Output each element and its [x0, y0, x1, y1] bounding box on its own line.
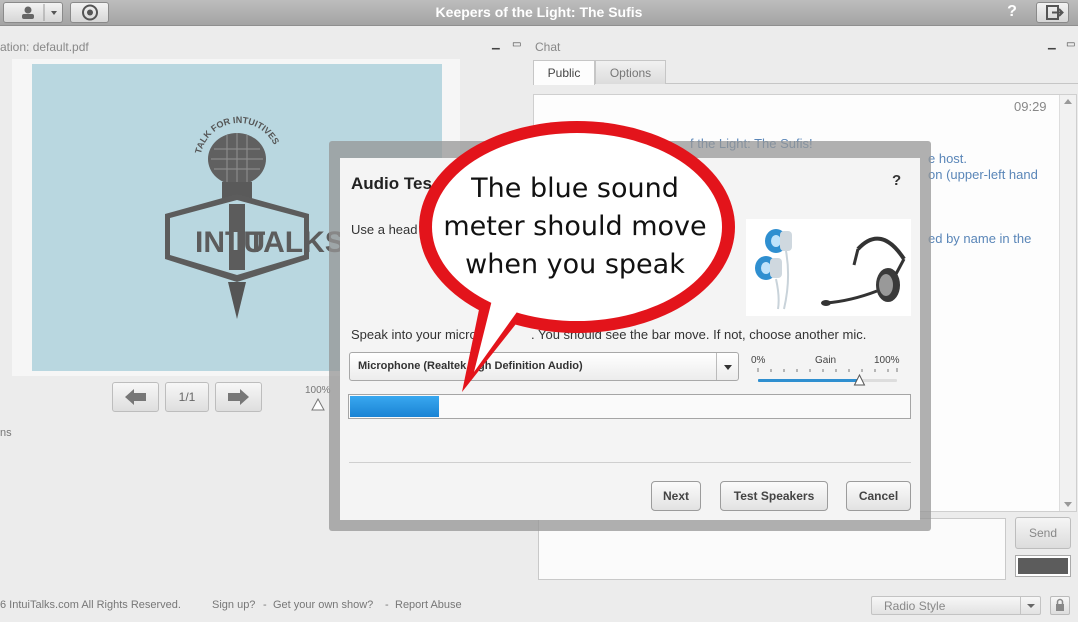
dialog-help-button[interactable]: ? [892, 172, 901, 189]
style-select[interactable]: Radio Style [871, 596, 1041, 615]
arrow-right-icon [228, 389, 249, 405]
dialog-instruction: Use a head [351, 222, 418, 237]
scroll-down-icon[interactable] [1064, 502, 1072, 507]
page-indicator[interactable]: 1/1 [165, 382, 209, 412]
tab-public[interactable]: Public [533, 60, 595, 85]
chevron-down-icon [1020, 597, 1040, 614]
zoom-slider-thumb[interactable] [311, 397, 325, 417]
minimize-icon[interactable]: ▁ [492, 39, 500, 50]
next-slide-button[interactable] [215, 382, 262, 412]
gain-label: Gain [815, 355, 837, 366]
copyright-text: 6 IntuiTalks.com All Rights Reserved. [0, 599, 181, 611]
headset-image [746, 219, 911, 316]
chat-timestamp: 09:29 [1014, 99, 1047, 114]
scroll-up-icon[interactable] [1064, 99, 1072, 104]
next-button[interactable]: Next [651, 481, 701, 511]
chat-line: on (upper-left hand [928, 167, 1038, 182]
cancel-button[interactable]: Cancel [846, 481, 911, 511]
sound-meter [348, 394, 911, 419]
side-label: ns [0, 427, 12, 439]
callout-text: The blue sound meter should move when yo… [440, 170, 710, 284]
zoom-label: 100% [305, 385, 331, 396]
gain-max-label: 100% [874, 355, 900, 366]
minimize-icon[interactable]: ▁ [1048, 39, 1056, 50]
maximize-icon[interactable]: ▭ [512, 39, 521, 50]
dialog-title: Audio Tes [351, 174, 432, 193]
top-bar: Keepers of the Light: The Sufis ? [0, 0, 1078, 26]
chevron-down-icon [716, 353, 738, 380]
exit-icon [1046, 5, 1064, 20]
headset-icon [755, 229, 906, 310]
style-select-value: Radio Style [884, 599, 946, 613]
separator: - [385, 599, 389, 611]
speak-instruction-continued: . You should see the bar move. If not, c… [531, 327, 867, 342]
dialog-divider [349, 462, 911, 463]
speak-instruction: Speak into your microp [351, 327, 484, 342]
maximize-icon[interactable]: ▭ [1066, 39, 1075, 50]
microphone-select[interactable]: Microphone (Realtek gh Definition Audio) [349, 352, 739, 381]
app-title: Keepers of the Light: The Sufis [435, 4, 643, 20]
color-picker[interactable] [1015, 555, 1071, 577]
report-abuse-link[interactable]: Report Abuse [395, 599, 462, 611]
callout-line: meter should move [443, 211, 707, 242]
exit-button[interactable] [1036, 2, 1069, 23]
send-button[interactable]: Send [1015, 517, 1071, 549]
sign-up-link[interactable]: Sign up? [212, 599, 255, 611]
chat-line: e host. [928, 151, 968, 166]
callout-line: when you speak [465, 249, 685, 280]
previous-slide-button[interactable] [112, 382, 159, 412]
gain-slider[interactable] [752, 366, 908, 388]
gain-min-label: 0% [751, 355, 766, 366]
callout-line: The blue sound [471, 173, 679, 204]
slide-logo-i: I [232, 226, 239, 256]
presentation-title: ation: default.pdf [0, 40, 89, 54]
chat-title: Chat [535, 40, 561, 54]
microphone-select-value-continued: gh Definition Audio) [478, 360, 583, 372]
chat-line: ed by name in the [928, 231, 1032, 246]
lock-button[interactable] [1050, 596, 1070, 615]
arrow-left-icon [125, 389, 146, 405]
separator: - [263, 599, 267, 611]
help-button[interactable]: ? [1004, 2, 1020, 22]
lock-icon [1056, 598, 1064, 611]
sound-meter-fill [350, 396, 439, 417]
microphone-select-value: Microphone (Realtek [358, 360, 467, 372]
get-show-link[interactable]: Get your own show? [273, 599, 373, 611]
chat-scrollbar[interactable] [1059, 95, 1076, 511]
test-speakers-button[interactable]: Test Speakers [720, 481, 828, 511]
tab-options[interactable]: Options [595, 60, 666, 84]
